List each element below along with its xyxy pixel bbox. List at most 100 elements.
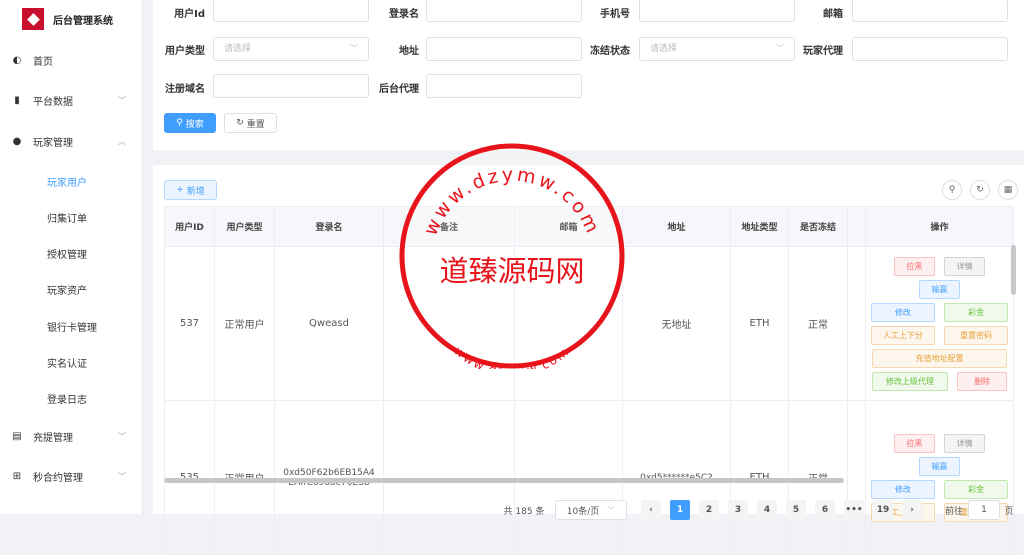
next-page-button[interactable]: ›	[902, 500, 922, 520]
columns-button[interactable]: ▦	[998, 180, 1018, 200]
filter-label-login-name: 登录名	[389, 9, 419, 20]
filter-label-backend-agent: 后台代理	[379, 84, 419, 95]
contract-icon: ⊞	[12, 470, 22, 482]
watermark-main-text: 道臻源码网	[439, 254, 584, 288]
horizontal-scrollbar[interactable]	[164, 478, 844, 483]
edit-button[interactable]: 修改	[870, 302, 935, 322]
goto-suffix: 页	[1004, 506, 1014, 517]
col-header-type[interactable]: 用户类型	[214, 206, 275, 247]
dashboard-icon: ◐	[12, 54, 22, 66]
more-pages-button[interactable]: •••	[844, 500, 864, 520]
app-title: 后台管理系统	[53, 15, 113, 27]
sidebar-subitem-authorization[interactable]: 授权管理	[47, 246, 87, 261]
sidebar-subitem-login-logs[interactable]: 登录日志	[47, 391, 87, 406]
logo-icon	[22, 8, 44, 30]
user-type-select[interactable]: 请选择 ﹀	[213, 37, 369, 61]
cell-spacer	[847, 246, 866, 401]
cell-actions: 拉黑 详情 输赢 修改 彩金 人工上下分 重置密码	[865, 246, 1014, 401]
search-button[interactable]: ⚲ 搜索	[164, 113, 216, 133]
sidebar-subitem-player-assets[interactable]: 玩家资产	[47, 282, 87, 297]
page-button[interactable]: 4	[757, 500, 777, 520]
search-icon: ⚲	[948, 185, 956, 195]
refresh-icon: ↻	[976, 185, 984, 195]
sidebar: 后台管理系统 ◐ 首页 ▮ 平台数据 ﹀ ● 玩家管理 ︿ 玩家用户 归集订单 …	[0, 0, 143, 514]
sidebar-item-contracts[interactable]: ⊞ 秒合约管理 ﹀	[0, 464, 143, 488]
chevron-down-icon: ﹀	[118, 95, 126, 105]
sidebar-item-player-mgmt[interactable]: ● 玩家管理 ︿	[0, 129, 143, 153]
edit-button[interactable]: 修改	[870, 479, 935, 499]
cell-type: 正常用户	[214, 246, 275, 401]
reset-password-button[interactable]: 重置密码	[944, 325, 1009, 345]
sidebar-item-deposit-withdraw[interactable]: ▤ 充提管理 ﹀	[0, 424, 143, 448]
detail-button[interactable]: 详情	[944, 256, 986, 276]
cell-address: 无地址	[622, 246, 731, 401]
page-button[interactable]: 3	[728, 500, 748, 520]
bonus-button[interactable]: 彩金	[944, 302, 1009, 322]
page-button[interactable]: 1	[670, 500, 690, 520]
col-header-address[interactable]: 地址	[622, 206, 731, 247]
data-icon: ▮	[14, 94, 20, 106]
vertical-scrollbar[interactable]	[1011, 245, 1016, 295]
search-toggle-button[interactable]: ⚲	[942, 180, 962, 200]
page-button[interactable]: 6	[815, 500, 835, 520]
page-size-select[interactable]: 10条/页 ﹀	[555, 500, 627, 520]
reg-domain-input[interactable]	[213, 74, 369, 98]
delete-button[interactable]: 删除	[957, 371, 1008, 391]
recharge-address-button[interactable]: 充值地址配置	[872, 348, 1007, 368]
login-name-input[interactable]	[426, 0, 582, 22]
user-id-input[interactable]	[213, 0, 369, 22]
phone-input[interactable]	[639, 0, 795, 22]
bonus-button[interactable]: 彩金	[944, 479, 1009, 499]
search-icon: ⚲	[176, 118, 183, 128]
page-button[interactable]: 19	[873, 500, 893, 520]
filter-label-user-id: 用户Id	[174, 9, 205, 20]
manual-adjust-button[interactable]: 人工上下分	[870, 325, 935, 345]
col-header-login[interactable]: 登录名	[274, 206, 384, 247]
sidebar-item-platform-data[interactable]: ▮ 平台数据 ﹀	[0, 88, 143, 112]
wallet-icon: ▤	[12, 430, 22, 442]
detail-button[interactable]: 详情	[944, 433, 986, 453]
export-button[interactable]: 输赢	[919, 456, 960, 476]
reset-button[interactable]: ↻ 重置	[224, 113, 277, 133]
refresh-button[interactable]: ↻	[970, 180, 990, 200]
cell-login: Qweasd	[274, 246, 384, 401]
logo: 后台管理系统	[22, 8, 113, 30]
add-button[interactable]: + 新增	[164, 180, 217, 200]
freeze-status-select[interactable]: 请选择 ﹀	[639, 37, 795, 61]
filter-label-freeze: 冻结状态	[590, 46, 630, 57]
chevron-down-icon: ﹀	[118, 431, 126, 441]
filter-label-email: 邮箱	[823, 9, 843, 20]
refresh-icon: ↻	[236, 118, 244, 128]
col-header-spacer	[847, 206, 866, 247]
sidebar-subitem-verification[interactable]: 实名认证	[47, 355, 87, 370]
sidebar-subitem-players[interactable]: 玩家用户	[47, 174, 87, 189]
col-header-addr-type[interactable]: 地址类型	[730, 206, 789, 247]
col-header-id[interactable]: 用户ID	[164, 206, 215, 247]
sidebar-subitem-bank-cards[interactable]: 银行卡管理	[47, 319, 97, 334]
page-button[interactable]: 2	[699, 500, 719, 520]
filter-label-address: 地址	[399, 46, 419, 57]
chevron-down-icon: ﹀	[776, 44, 784, 53]
block-button[interactable]: 拉黑	[893, 433, 935, 453]
cell-actions: 拉黑 详情 输赢 修改 彩金 人工上下分 重置密码	[865, 400, 1014, 555]
chevron-down-icon: ﹀	[118, 471, 126, 481]
sidebar-subitem-collect-orders[interactable]: 归集订单	[47, 210, 87, 225]
prev-page-button[interactable]: ‹	[641, 500, 661, 520]
chevron-up-icon: ︿	[118, 136, 126, 146]
plus-icon: +	[176, 185, 184, 195]
user-icon: ●	[12, 135, 22, 147]
block-button[interactable]: 拉黑	[893, 256, 935, 276]
email-input[interactable]	[852, 0, 1008, 22]
export-button[interactable]: 输赢	[919, 279, 960, 299]
edit-agent-button[interactable]: 修改上级代理	[871, 371, 948, 391]
sidebar-item-home[interactable]: ◐ 首页	[0, 48, 143, 72]
col-header-frozen[interactable]: 是否冻结	[788, 206, 848, 247]
goto-page-input[interactable]: 1	[968, 500, 1000, 520]
address-input[interactable]	[426, 37, 582, 61]
filter-label-reg-domain: 注册域名	[165, 84, 205, 95]
page-button[interactable]: 5	[786, 500, 806, 520]
cell-id: 537	[164, 246, 215, 401]
backend-agent-input[interactable]	[426, 74, 582, 98]
filter-label-player-agent: 玩家代理	[803, 46, 843, 57]
player-agent-input[interactable]	[852, 37, 1008, 61]
